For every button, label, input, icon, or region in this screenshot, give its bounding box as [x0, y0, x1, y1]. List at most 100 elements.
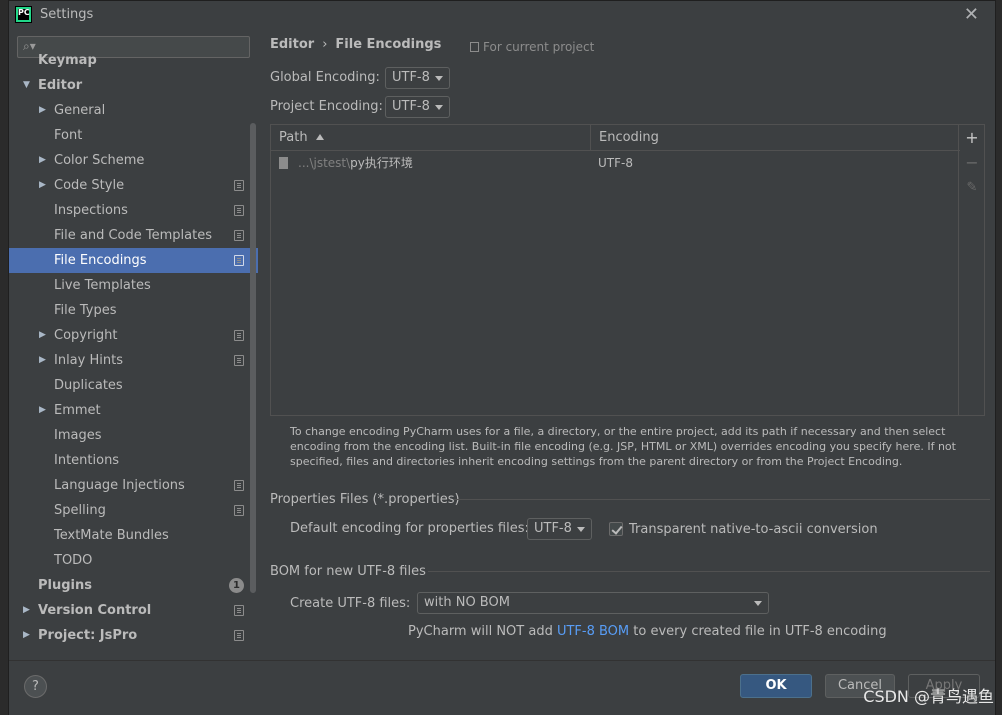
breadcrumb: Editor › File Encodings	[270, 37, 441, 52]
sidebar-item-plugins[interactable]: Plugins 1	[9, 573, 258, 598]
background-window-edge-right	[996, 0, 1002, 715]
sidebar-item-label: Duplicates	[54, 378, 123, 393]
chevron-right-icon[interactable]: ▶	[39, 148, 46, 173]
create-utf8-select[interactable]: with NO BOM	[417, 592, 769, 614]
watermark: CSDN @青鸟遇鱼	[863, 687, 994, 706]
sort-ascending-icon	[315, 134, 324, 140]
sidebar-item-label: Editor	[38, 78, 83, 93]
create-utf8-label: Create UTF-8 files:	[290, 596, 411, 611]
sidebar-item-file-and-code-templates[interactable]: File and Code Templates	[9, 223, 258, 248]
sidebar-item-label: File Types	[54, 303, 117, 318]
chevron-right-icon[interactable]: ▶	[39, 398, 46, 423]
row-path: ...\jstest\ py执行环境	[279, 152, 413, 174]
sidebar-item-intentions[interactable]: Intentions	[9, 448, 258, 473]
sidebar-item-label: Keymap	[38, 53, 97, 68]
transparent-conversion-label[interactable]: Transparent native-to-ascii conversion	[629, 522, 878, 537]
chevron-right-icon[interactable]: ▶	[39, 98, 46, 123]
global-encoding-select[interactable]: UTF-8	[385, 67, 450, 89]
help-button[interactable]: ?	[24, 675, 47, 698]
table-header: Path Encoding	[271, 125, 960, 151]
sidebar-item-label: Language Injections	[54, 478, 185, 493]
sidebar-item-inspections[interactable]: Inspections	[9, 198, 258, 223]
sidebar-item-language-injections[interactable]: Language Injections	[9, 473, 258, 498]
path-encoding-table: Path Encoding ...\jstest\ py执行环境 UTF-8 + …	[270, 124, 985, 416]
sidebar-item-font[interactable]: Font	[9, 123, 258, 148]
sidebar-item-file-types[interactable]: File Types	[9, 298, 258, 323]
sidebar-item-keymap[interactable]: Keymap	[9, 48, 258, 73]
transparent-conversion-checkbox[interactable]	[609, 522, 623, 536]
global-encoding-value: UTF-8	[392, 70, 430, 85]
chevron-down-icon	[435, 105, 443, 110]
project-encoding-select[interactable]: UTF-8	[385, 96, 450, 118]
sidebar-item-emmet[interactable]: ▶ Emmet	[9, 398, 258, 423]
utf8-bom-link[interactable]: UTF-8 BOM	[557, 624, 629, 639]
encoding-help-text: To change encoding PyCharm uses for a fi…	[290, 425, 956, 468]
section-divider	[428, 571, 990, 572]
row-encoding[interactable]: UTF-8	[598, 152, 633, 174]
sidebar-item-label: Project: JsPro	[38, 628, 138, 643]
project-scope-icon	[234, 230, 244, 241]
sidebar-item-label: File and Code Templates	[54, 228, 212, 243]
sidebar-item-inlay-hints[interactable]: ▶ Inlay Hints	[9, 348, 258, 373]
column-header-path[interactable]: Path	[271, 125, 591, 151]
sidebar-item-textmate-bundles[interactable]: TextMate Bundles	[9, 523, 258, 548]
sidebar-item-file-encodings[interactable]: File Encodings	[9, 248, 258, 273]
project-scope-icon	[234, 505, 244, 516]
sidebar-item-label: Code Style	[54, 178, 125, 193]
file-encodings-panel: Editor › File Encodings For current proj…	[258, 28, 995, 660]
table-row[interactable]: ...\jstest\ py执行环境 UTF-8	[271, 152, 960, 174]
edit-icon[interactable]: ✎	[965, 181, 979, 195]
sidebar-item-version-control[interactable]: ▶ Version Control	[9, 598, 258, 623]
breadcrumb-parent[interactable]: Editor	[270, 37, 314, 52]
sidebar-item-label: TODO	[54, 553, 93, 568]
project-scope-icon	[234, 255, 244, 266]
sidebar-item-copyright[interactable]: ▶ Copyright	[9, 323, 258, 348]
sidebar-item-images[interactable]: Images	[9, 423, 258, 448]
bom-section-title: BOM for new UTF-8 files	[270, 564, 426, 579]
sidebar-item-label: Copyright	[54, 328, 118, 343]
settings-dialog: PC Settings ✕ ⌕▾ Keymap ▼ Editor ▶ Gener…	[8, 0, 996, 715]
chevron-down-icon[interactable]: ▼	[23, 73, 30, 98]
sidebar-scrollbar[interactable]	[250, 123, 256, 593]
add-icon[interactable]: +	[965, 130, 979, 146]
remove-icon[interactable]: −	[965, 155, 979, 171]
chevron-right-icon[interactable]: ▶	[39, 348, 46, 373]
pycharm-logo-icon: PC	[15, 6, 32, 23]
breadcrumb-current: File Encodings	[335, 37, 442, 52]
sidebar-item-label: Inspections	[54, 203, 128, 218]
scope-note: For current project	[470, 40, 594, 54]
file-icon	[279, 157, 288, 169]
project-scope-icon	[234, 480, 244, 491]
chevron-right-icon[interactable]: ▶	[23, 623, 30, 648]
section-divider	[454, 499, 990, 500]
sidebar-item-live-templates[interactable]: Live Templates	[9, 273, 258, 298]
chevron-right-icon[interactable]: ▶	[39, 173, 46, 198]
close-icon[interactable]: ✕	[964, 4, 979, 25]
sidebar-item-project[interactable]: ▶ Project: JsPro	[9, 623, 258, 648]
sidebar-item-duplicates[interactable]: Duplicates	[9, 373, 258, 398]
breadcrumb-separator: ›	[322, 37, 328, 52]
sidebar-item-editor[interactable]: ▼ Editor	[9, 73, 258, 98]
project-scope-icon	[234, 355, 244, 366]
sidebar-item-color-scheme[interactable]: ▶ Color Scheme	[9, 148, 258, 173]
background-window-edge	[0, 0, 8, 715]
update-count-badge: 1	[229, 578, 244, 593]
column-header-encoding[interactable]: Encoding	[591, 125, 960, 151]
bom-note: PyCharm will NOT add UTF-8 BOM to every …	[408, 624, 887, 639]
ok-button[interactable]: OK	[740, 674, 812, 698]
sidebar-item-todo[interactable]: TODO	[9, 548, 258, 573]
sidebar-item-code-style[interactable]: ▶ Code Style	[9, 173, 258, 198]
table-toolbar: + − ✎	[958, 125, 984, 415]
chevron-right-icon[interactable]: ▶	[39, 323, 46, 348]
chevron-down-icon	[754, 601, 762, 606]
project-scope-icon	[234, 180, 244, 191]
window-title: Settings	[40, 7, 94, 22]
sidebar-item-general[interactable]: ▶ General	[9, 98, 258, 123]
project-scope-icon	[234, 330, 244, 341]
project-scope-icon	[234, 605, 244, 616]
chevron-right-icon[interactable]: ▶	[23, 598, 30, 623]
properties-encoding-select[interactable]: UTF-8	[527, 518, 592, 540]
title-bar: PC Settings ✕	[9, 1, 995, 28]
sidebar-item-spelling[interactable]: Spelling	[9, 498, 258, 523]
settings-sidebar: ⌕▾ Keymap ▼ Editor ▶ General Font ▶ Colo…	[9, 28, 258, 660]
